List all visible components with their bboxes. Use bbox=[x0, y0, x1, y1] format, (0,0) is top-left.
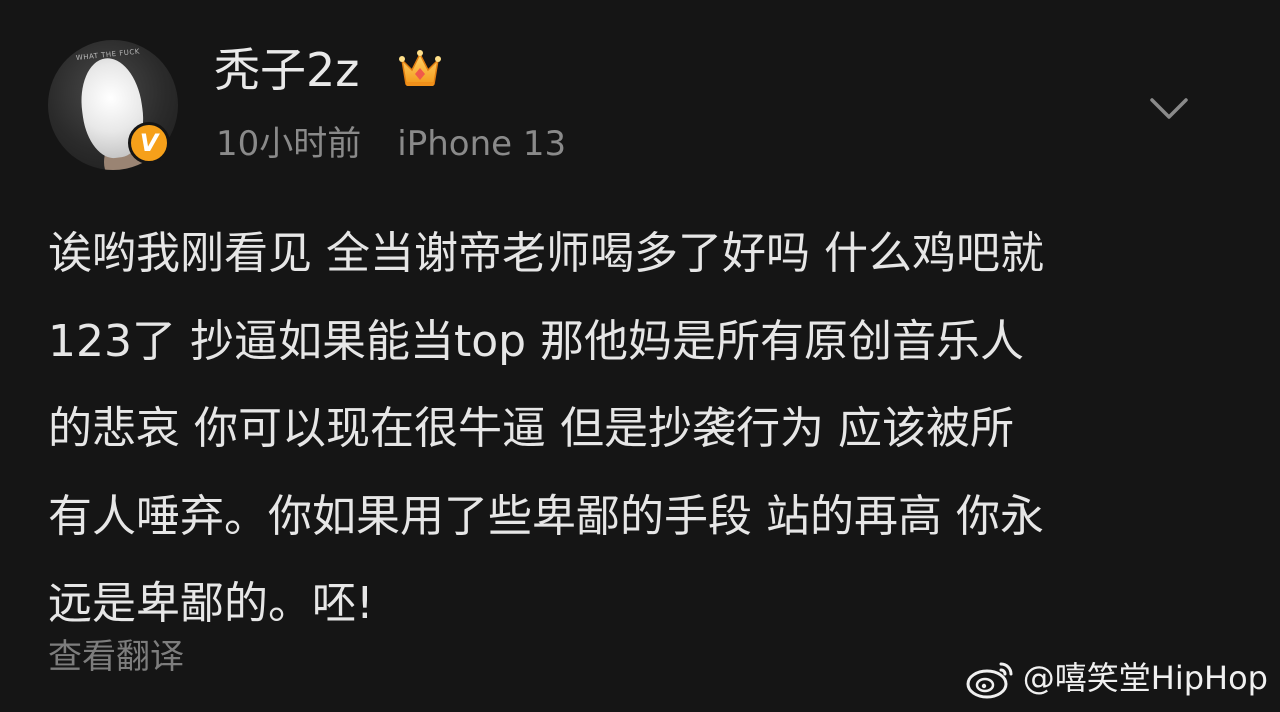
crown-icon bbox=[399, 50, 441, 86]
watermark: @嘻笑堂HipHop bbox=[965, 654, 1268, 702]
translate-link[interactable]: 查看翻译 bbox=[48, 630, 184, 684]
post-line: 诶哟我刚看见 全当谢帝老师喝多了好吗 什么鸡吧就 bbox=[48, 228, 1044, 279]
post-line: 123了 抄逼如果能当top 那他妈是所有原创音乐人 bbox=[48, 315, 1025, 367]
post-line: 有人唾弃。你如果用了些卑鄙的手段 站的再高 你永 bbox=[48, 490, 1044, 542]
verified-badge-icon: V bbox=[128, 122, 170, 164]
post-device: iPhone 13 bbox=[397, 124, 567, 164]
post-line: 的悲哀 你可以现在很牛逼 但是抄袭行为 应该被所 bbox=[48, 403, 1014, 454]
username[interactable]: 秃子2z bbox=[214, 40, 359, 100]
post-meta: 10小时前 iPhone 13 bbox=[216, 120, 566, 168]
post-line: 远是卑鄙的。呸! bbox=[48, 578, 374, 629]
post-timestamp: 10小时前 bbox=[216, 124, 362, 164]
weibo-logo-icon bbox=[966, 662, 1013, 699]
post-content: 诶哟我刚看见 全当谢帝老师喝多了好吗 什么鸡吧就 123了 抄逼如果能当top … bbox=[48, 210, 1238, 648]
chevron-down-icon[interactable] bbox=[1146, 86, 1192, 132]
watermark-text: @嘻笑堂HipHop bbox=[1022, 659, 1268, 697]
